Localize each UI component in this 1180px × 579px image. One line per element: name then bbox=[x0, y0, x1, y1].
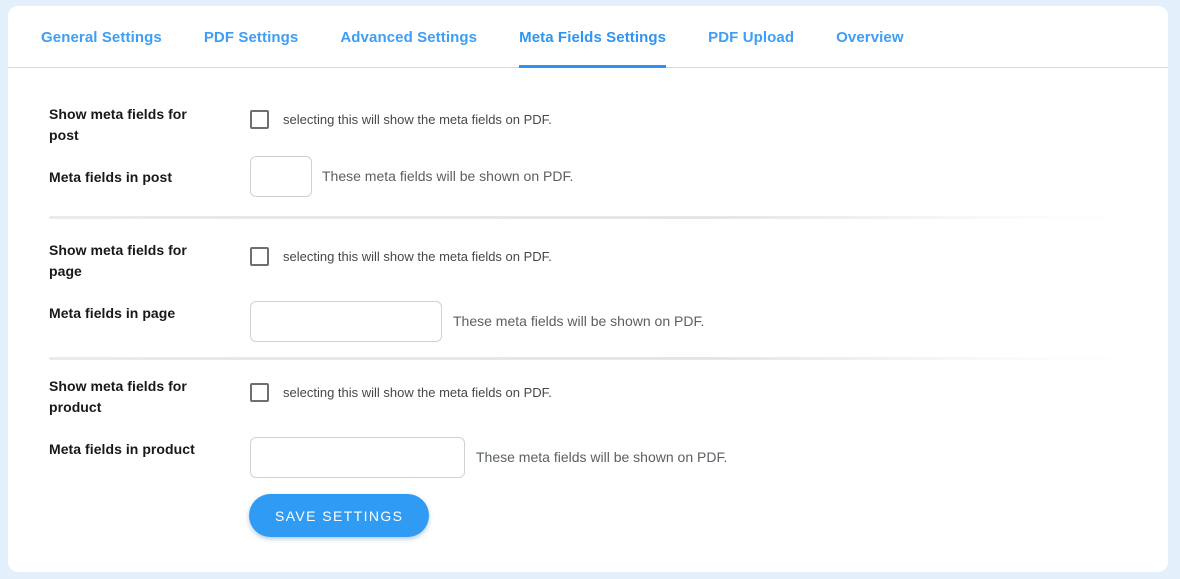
label-meta-fields-in-post: Meta fields in post bbox=[49, 169, 173, 185]
tab-pdf-upload[interactable]: PDF Upload bbox=[708, 6, 794, 68]
hint-show-meta-fields-post: selecting this will show the meta fields… bbox=[283, 112, 552, 127]
tab-list: General Settings PDF Settings Advanced S… bbox=[41, 6, 904, 68]
hint-meta-fields-page: These meta fields will be shown on PDF. bbox=[453, 313, 705, 329]
input-meta-fields-product[interactable] bbox=[250, 437, 465, 478]
settings-form: Show meta fields for post selecting this… bbox=[8, 68, 1168, 572]
checkbox-show-meta-fields-page[interactable] bbox=[250, 247, 269, 266]
tab-label: Meta Fields Settings bbox=[519, 28, 667, 46]
label-meta-fields-in-page: Meta fields in page bbox=[49, 305, 176, 321]
tab-label: PDF Settings bbox=[203, 28, 299, 46]
settings-page: General Settings PDF Settings Advanced S… bbox=[0, 0, 1180, 579]
tab-general-settings[interactable]: General Settings bbox=[41, 6, 162, 68]
checkbox-show-meta-fields-product[interactable] bbox=[250, 383, 269, 402]
hint-show-meta-fields-page: selecting this will show the meta fields… bbox=[283, 249, 552, 264]
section-divider-2 bbox=[49, 357, 1149, 360]
tab-advanced-settings[interactable]: Advanced Settings bbox=[340, 6, 477, 68]
label-show-meta-fields-post: Show meta fields for post bbox=[49, 106, 187, 143]
hint-meta-fields-post: These meta fields will be shown on PDF. bbox=[322, 168, 574, 184]
label-show-meta-fields-page: Show meta fields for page bbox=[49, 242, 187, 279]
tab-label: Advanced Settings bbox=[340, 28, 478, 46]
tab-pdf-settings[interactable]: PDF Settings bbox=[204, 6, 299, 68]
tab-label: PDF Upload bbox=[708, 28, 795, 46]
section-divider-1 bbox=[49, 216, 1149, 219]
input-meta-fields-post[interactable] bbox=[250, 156, 312, 197]
settings-card: General Settings PDF Settings Advanced S… bbox=[8, 6, 1168, 572]
tab-bar: General Settings PDF Settings Advanced S… bbox=[8, 6, 1168, 68]
hint-meta-fields-product: These meta fields will be shown on PDF. bbox=[476, 449, 728, 465]
tab-meta-fields-settings[interactable]: Meta Fields Settings bbox=[519, 6, 667, 68]
label-show-meta-fields-product: Show meta fields for product bbox=[49, 378, 187, 415]
checkbox-show-meta-fields-post[interactable] bbox=[250, 110, 269, 129]
tab-label: Overview bbox=[836, 28, 904, 46]
save-settings-button[interactable]: SAVE SETTINGS bbox=[249, 494, 430, 537]
hint-show-meta-fields-product: selecting this will show the meta fields… bbox=[283, 385, 552, 400]
input-meta-fields-page[interactable] bbox=[250, 301, 442, 342]
label-meta-fields-in-product: Meta fields in product bbox=[49, 441, 195, 457]
tab-label: General Settings bbox=[41, 28, 162, 46]
tab-overview[interactable]: Overview bbox=[836, 6, 904, 68]
